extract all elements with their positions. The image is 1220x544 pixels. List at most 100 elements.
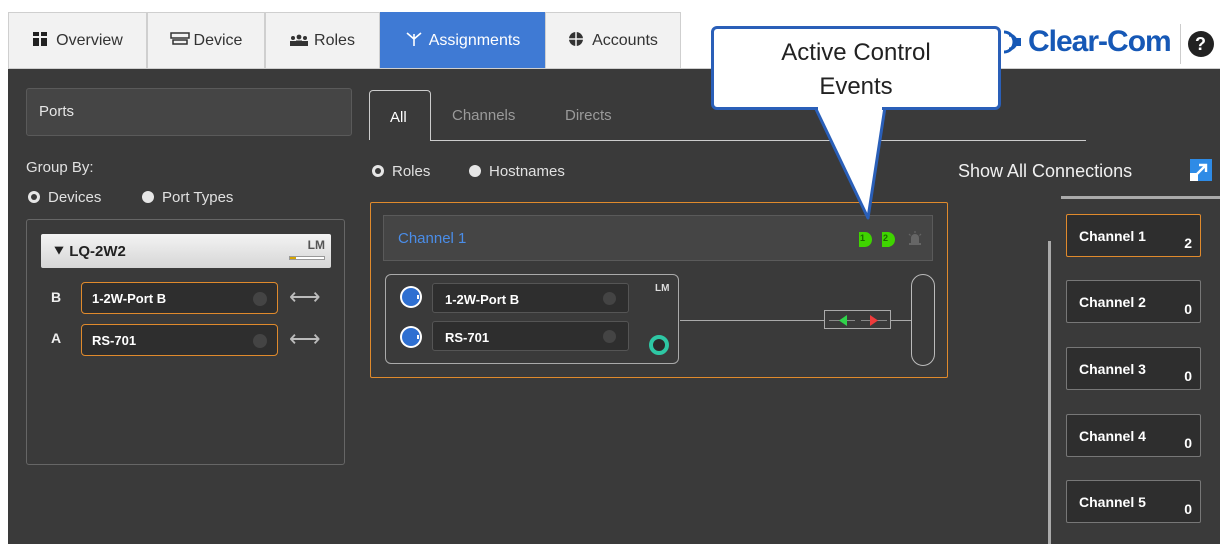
- tab-directs[interactable]: Directs: [565, 107, 612, 124]
- tab-accounts-label: Accounts: [592, 32, 658, 49]
- port-led-icon: [603, 292, 616, 305]
- channel-bus-endpoint: [911, 274, 935, 366]
- show-all-connections-label[interactable]: Show All Connections: [958, 161, 1132, 182]
- tab-roles-label: Roles: [314, 32, 355, 49]
- port-led-icon: [253, 334, 267, 348]
- device-list: ⯆ LQ-2W2 LM B 1-2W-Port B ⟷ A RS-701 ⟷: [26, 219, 345, 465]
- help-icon: ?: [1187, 31, 1214, 57]
- channel-header[interactable]: Channel 1 1 2: [383, 215, 933, 261]
- device-header[interactable]: ⯆ LQ-2W2 LM: [41, 234, 331, 268]
- device-icon: [169, 32, 190, 50]
- control-event-1-label: 1: [860, 233, 866, 243]
- tab-assignments-label: Assignments: [428, 32, 521, 49]
- control-event-2-icon: 2: [881, 231, 897, 248]
- ports-panel-title: Ports: [26, 88, 352, 136]
- radio-selected-icon: [28, 191, 40, 203]
- tab-overview[interactable]: Overview: [8, 12, 147, 69]
- view-hostnames-option[interactable]: Hostnames: [469, 163, 565, 180]
- status-ring-icon: [649, 335, 669, 355]
- tab-device[interactable]: Device: [147, 12, 265, 69]
- channel-item-name: Channel 4: [1079, 428, 1146, 444]
- control-event-2-label: 2: [883, 233, 889, 243]
- device-name: LQ-2W2: [69, 243, 126, 260]
- port-name: RS-701: [92, 333, 137, 348]
- control-event-1-icon: 1: [858, 231, 874, 248]
- channel-name: Channel 1: [398, 230, 467, 247]
- channel-item-1[interactable]: Channel 1 2: [1066, 214, 1201, 257]
- channel-item-4[interactable]: Channel 4 0: [1066, 414, 1201, 457]
- device-level-bar: [289, 256, 325, 260]
- group-by-devices-label: Devices: [48, 189, 102, 206]
- channel-item-name: Channel 5: [1079, 494, 1146, 510]
- member-name: 1-2W-Port B: [445, 292, 520, 307]
- device-badge: LM: [307, 238, 325, 252]
- drag-arrows-icon[interactable]: ⟷: [289, 326, 321, 352]
- port-led-icon: [603, 330, 616, 343]
- alert-icon: [908, 231, 922, 248]
- port-letter-b: B: [51, 289, 62, 305]
- ports-title: Ports: [39, 103, 75, 120]
- logo-text: Clear-Com: [1028, 25, 1172, 58]
- radio-selected-icon: [372, 165, 384, 177]
- tab-accounts[interactable]: Accounts: [545, 12, 681, 69]
- tab-assignments[interactable]: Assignments: [380, 12, 545, 69]
- channel-item-2[interactable]: Channel 2 0: [1066, 280, 1201, 323]
- roles-icon: [290, 33, 309, 50]
- group-by-port-types-label: Port Types: [162, 189, 234, 206]
- top-navigation: Overview Device Roles Assignments Accoun…: [0, 0, 1220, 79]
- assignments-icon: [405, 31, 422, 51]
- tab-device-label: Device: [193, 32, 243, 49]
- tab-channels[interactable]: Channels: [452, 107, 515, 124]
- port-item-a[interactable]: RS-701: [81, 324, 278, 356]
- member-rs-701[interactable]: RS-701: [432, 321, 629, 351]
- remove-member-icon[interactable]: [400, 286, 422, 308]
- radio-unselected-icon: [469, 165, 481, 177]
- accounts-icon: [568, 31, 584, 51]
- group-by-port-types-option[interactable]: Port Types: [142, 189, 233, 206]
- main-area: Ports Group By: Devices Port Types ⯆ LQ-…: [8, 69, 1220, 544]
- tab-roles[interactable]: Roles: [265, 12, 380, 69]
- member-name: RS-701: [445, 330, 490, 345]
- channel-item-name: Channel 1: [1079, 228, 1146, 244]
- channel-item-name: Channel 2: [1079, 294, 1146, 310]
- port-led-icon: [253, 292, 267, 306]
- channel-item-count: 0: [1184, 368, 1192, 384]
- channel-item-name: Channel 3: [1079, 361, 1146, 377]
- group-by-devices-option[interactable]: Devices: [28, 189, 101, 206]
- group-by-label: Group By:: [26, 159, 94, 176]
- frame-gap: [1048, 196, 1061, 241]
- callout-line-1: Active Control: [781, 39, 931, 66]
- expand-arrow-icon[interactable]: [1190, 159, 1212, 181]
- chevron-down-icon: ⯆: [53, 243, 66, 260]
- talk-listen-arrows[interactable]: [824, 310, 891, 329]
- port-item-b[interactable]: 1-2W-Port B: [81, 282, 278, 314]
- grid-icon: [32, 32, 48, 50]
- member-port-b[interactable]: 1-2W-Port B: [432, 283, 629, 313]
- port-name: 1-2W-Port B: [92, 291, 167, 306]
- group-badge: LM: [655, 283, 670, 294]
- view-roles-label: Roles: [392, 163, 431, 180]
- port-letter-a: A: [51, 330, 62, 346]
- view-roles-option[interactable]: Roles: [372, 163, 430, 180]
- channel-item-count: 0: [1184, 301, 1192, 317]
- channel-item-3[interactable]: Channel 3 0: [1066, 347, 1201, 390]
- remove-member-icon[interactable]: [400, 326, 422, 348]
- callout-text: Active Control Events: [711, 36, 1001, 104]
- channel-item-count: 0: [1184, 435, 1192, 451]
- channel-panel: Channel 1 1 2 1-2W-Port B RS-701 LM: [370, 202, 948, 378]
- channel-item-count: 2: [1184, 235, 1192, 251]
- logo-mark-icon: [1000, 29, 1022, 55]
- callout-line-2: Events: [819, 73, 893, 100]
- channel-item-count: 0: [1184, 501, 1192, 517]
- tabs-divider: [430, 140, 1086, 141]
- channel-member-group: 1-2W-Port B RS-701 LM: [385, 274, 679, 364]
- view-hostnames-label: Hostnames: [489, 163, 565, 180]
- radio-unselected-icon: [142, 191, 154, 203]
- drag-arrows-icon[interactable]: ⟷: [289, 284, 321, 310]
- tab-all[interactable]: All: [369, 90, 431, 140]
- clear-com-logo: Clear-Com: [1000, 22, 1172, 62]
- tab-overview-label: Overview: [56, 32, 123, 49]
- channel-item-5[interactable]: Channel 5 0: [1066, 480, 1201, 523]
- help-button[interactable]: ?: [1180, 24, 1220, 64]
- tab-all-label: All: [390, 109, 407, 126]
